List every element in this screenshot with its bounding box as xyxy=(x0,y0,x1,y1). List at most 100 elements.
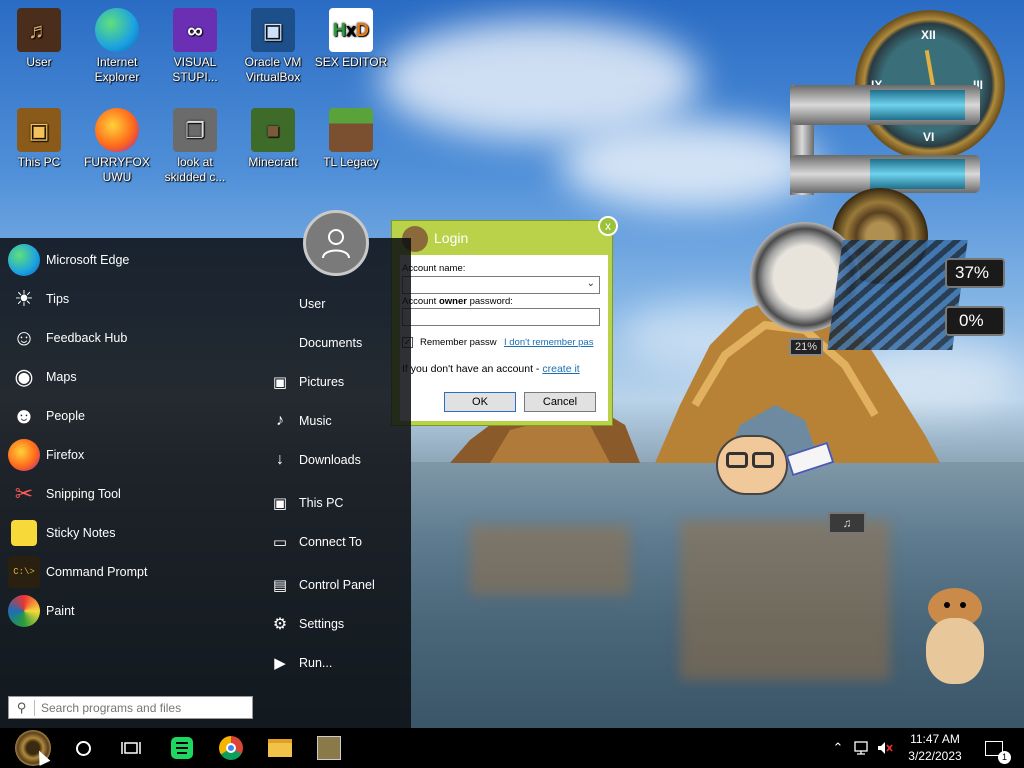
desktop-icon-internet-explorer[interactable]: Internet Explorer xyxy=(78,6,156,85)
password-field[interactable] xyxy=(402,308,600,326)
spotify-icon xyxy=(171,737,193,759)
volume-button[interactable] xyxy=(874,730,896,766)
gauge-readout: 21% xyxy=(789,338,823,356)
notification-icon: 1 xyxy=(985,740,1011,764)
ok-button[interactable]: OK xyxy=(444,392,516,412)
taskbar-date: 3/22/2023 xyxy=(908,749,962,763)
start-item-command-prompt[interactable]: C:\> Command Prompt xyxy=(8,555,147,589)
start-item-sticky-notes[interactable]: Sticky Notes xyxy=(8,516,115,550)
start-search-box[interactable]: ⚲ xyxy=(8,696,253,719)
task-view-button[interactable] xyxy=(116,730,146,766)
start-right-connect-to[interactable]: ▭ Connect To xyxy=(270,527,362,557)
desktop-icon-label: User xyxy=(26,55,52,69)
desktop-icon-user[interactable]: ♬ User xyxy=(0,6,78,70)
start-right-label: Documents xyxy=(299,336,363,350)
taskbar-app-hamster[interactable] xyxy=(314,730,344,766)
documents-icon xyxy=(270,333,290,353)
no-account-text: If you don't have an account - create it xyxy=(402,363,580,375)
control-panel-icon: ▤ xyxy=(272,577,288,594)
desktop-icon-minecraft[interactable]: ■ Minecraft xyxy=(234,106,312,170)
start-item-tips[interactable]: ☀ Tips xyxy=(8,282,69,316)
ram-percent: 0% xyxy=(959,311,984,330)
taskbar-chrome[interactable] xyxy=(216,730,246,766)
start-right-control-panel[interactable]: ▤ Control Panel xyxy=(270,570,375,600)
desktop-icon-virtualbox[interactable]: ▣ Oracle VM VirtualBox xyxy=(234,6,312,85)
action-center-button[interactable]: 1 xyxy=(980,730,1011,766)
copy-icon: ❐ xyxy=(173,108,217,152)
firefox-icon xyxy=(8,439,40,471)
login-dialog: Login x Account name: ⌄ Account owner pa… xyxy=(391,216,618,426)
desktop-icon-label: Internet Explorer xyxy=(94,55,140,84)
volume-muted-icon xyxy=(878,742,893,754)
app-icon xyxy=(317,736,341,760)
desktop-icon-this-pc[interactable]: ▣ This PC xyxy=(0,106,78,170)
password-label-post: password: xyxy=(466,296,513,307)
start-item-firefox[interactable]: Firefox xyxy=(8,438,84,472)
start-right-label: Downloads xyxy=(299,453,361,467)
network-button[interactable] xyxy=(851,730,873,766)
start-right-label: Music xyxy=(299,414,332,428)
people-icon: ☻ xyxy=(12,403,36,428)
desktop-icon-tl-legacy[interactable]: TL Legacy xyxy=(312,106,390,170)
login-close-button[interactable]: x xyxy=(598,216,618,236)
start-right-pictures[interactable]: ▣ Pictures xyxy=(270,367,344,397)
start-item-maps[interactable]: ◉ Maps xyxy=(8,360,76,394)
create-account-link[interactable]: create it xyxy=(542,363,579,375)
chevron-down-icon: ⌄ xyxy=(586,278,595,289)
start-right-music[interactable]: ♪ Music xyxy=(270,406,332,436)
start-right-documents[interactable]: Documents xyxy=(270,328,362,358)
search-icon: ⚲ xyxy=(9,699,35,716)
pipe-gadget xyxy=(790,85,980,195)
start-right-settings[interactable]: ⚙ Settings xyxy=(270,609,344,639)
start-item-people[interactable]: ☻ People xyxy=(8,399,85,433)
chevron-up-icon: ⌃ xyxy=(832,740,844,755)
taskbar-file-explorer[interactable] xyxy=(265,730,295,766)
start-item-snipping-tool[interactable]: ✂ Snipping Tool xyxy=(8,477,121,511)
forgot-password-link[interactable]: I don't remember pas xyxy=(504,337,593,348)
no-account-label: If you don't have an account - xyxy=(402,363,543,375)
connect-icon: ▭ xyxy=(272,534,288,551)
desktop-icon-label: look at skidded c... xyxy=(164,155,226,184)
start-item-label: Microsoft Edge xyxy=(46,253,130,267)
clock-button[interactable]: 11:47 AM 3/22/2023 xyxy=(898,730,972,766)
start-item-feedback-hub[interactable]: ☺ Feedback Hub xyxy=(8,321,128,355)
cpu-percent: 37% xyxy=(955,263,990,282)
sticky-note-icon xyxy=(11,520,37,546)
volume-gadget[interactable]: ♫ xyxy=(828,512,866,534)
lightbulb-icon: ☀ xyxy=(14,286,34,311)
taskbar-spotify[interactable] xyxy=(167,730,197,766)
start-item-paint[interactable]: Paint xyxy=(8,594,75,628)
cortana-button[interactable] xyxy=(68,730,98,766)
virtualbox-icon: ▣ xyxy=(251,8,295,52)
visual-studio-icon: ∞ xyxy=(173,8,217,52)
clock-hand xyxy=(924,49,936,89)
close-icon: x xyxy=(605,219,611,233)
start-item-label: Feedback Hub xyxy=(46,331,128,345)
desktop-icon-label: This PC xyxy=(17,155,61,169)
desktop-icon-look-at-skidded[interactable]: ❐ look at skidded c... xyxy=(156,106,234,185)
start-item-label: Snipping Tool xyxy=(46,487,121,501)
desktop-icon-hex-editor[interactable]: HxD SEX EDITOR xyxy=(312,6,390,70)
remember-label: Remember passw xyxy=(420,337,497,348)
start-item-microsoft-edge[interactable]: Microsoft Edge xyxy=(8,243,129,277)
this-pc-icon: ▣ xyxy=(17,108,61,152)
desktop-icon-visual-studio[interactable]: ∞ VISUAL STUPI... xyxy=(156,6,234,85)
search-input[interactable] xyxy=(41,697,251,718)
show-hidden-icons-button[interactable]: ⌃ xyxy=(828,730,848,766)
desktop-icon-label: Minecraft xyxy=(248,155,298,169)
gear-icon: ⚙ xyxy=(272,616,288,633)
pictures-icon: ▣ xyxy=(272,374,288,391)
start-right-downloads[interactable]: ↓ Downloads xyxy=(270,445,361,475)
start-right-this-pc[interactable]: ▣ This PC xyxy=(270,488,344,518)
user-avatar[interactable] xyxy=(303,210,369,276)
start-right-label: This PC xyxy=(299,496,344,510)
desktop-icon-label: SEX EDITOR xyxy=(314,55,388,69)
start-right-user[interactable]: User xyxy=(270,289,325,319)
start-right-run[interactable]: ▶ Run... xyxy=(270,648,332,678)
account-name-dropdown[interactable]: ⌄ xyxy=(402,276,600,294)
computer-icon: ▣ xyxy=(272,495,288,512)
cancel-button[interactable]: Cancel xyxy=(524,392,596,412)
desktop-icon-firefox[interactable]: FURRYFOX UWU xyxy=(78,106,156,185)
notification-count: 1 xyxy=(998,750,1011,764)
paint-icon xyxy=(8,595,40,627)
